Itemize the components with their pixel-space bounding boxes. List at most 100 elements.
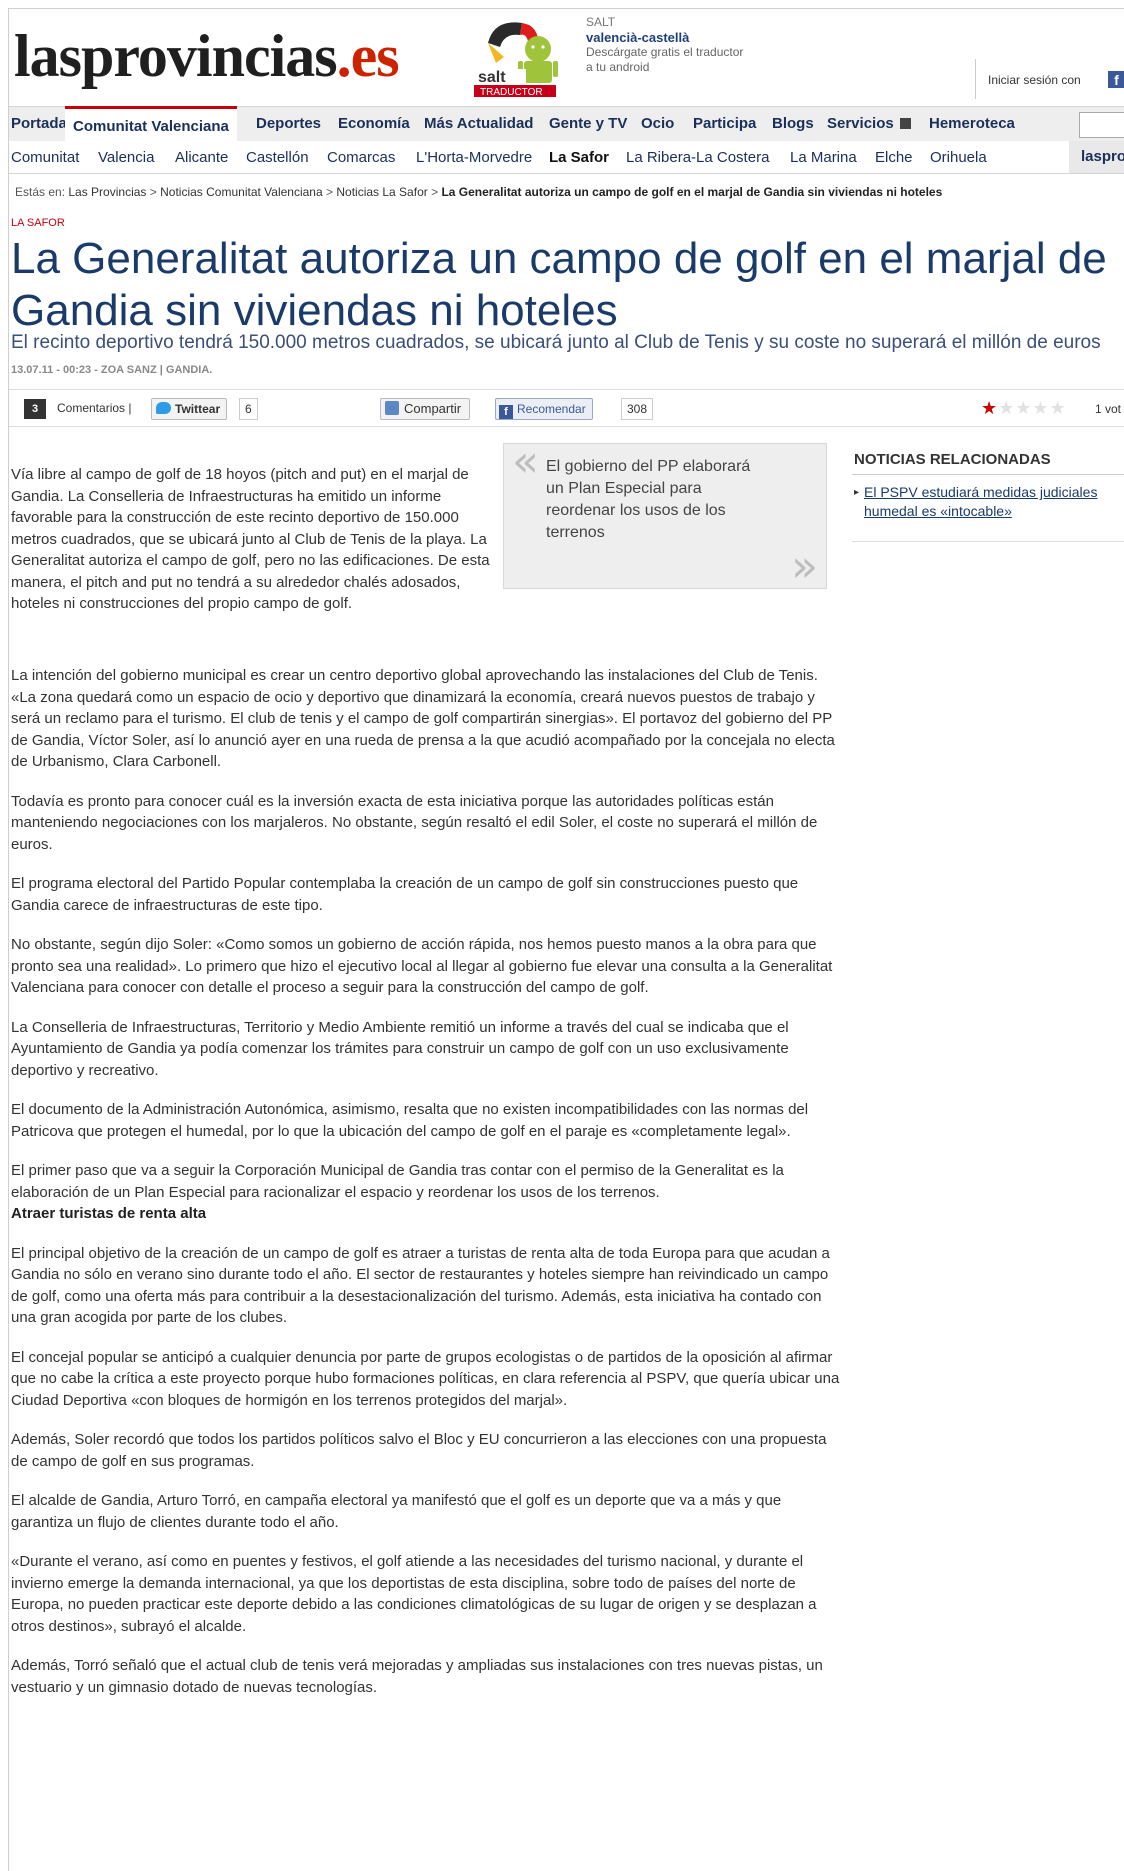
breadcrumb-current: La Generalitat autoriza un campo de golf… xyxy=(441,185,943,199)
star-icon[interactable]: ★ xyxy=(1050,398,1067,418)
subnav-item-valencia[interactable]: Valencia xyxy=(98,149,154,166)
nav-item-mas-actualidad[interactable]: Más Actualidad xyxy=(424,115,533,132)
star-icon[interactable]: ★ xyxy=(1032,398,1049,418)
article-lead: Vía libre al campo de golf de 18 hoyos (… xyxy=(11,466,490,612)
facebook-icon: f xyxy=(499,405,513,419)
subnav-item-la-ribera[interactable]: La Ribera-La Costera xyxy=(626,149,769,166)
article-paragraph: No obstante, según dijo Soler: «Como som… xyxy=(11,936,833,996)
subnav-site-tab[interactable]: laspro xyxy=(1069,141,1124,173)
nav-item-gente-y-tv[interactable]: Gente y TV xyxy=(549,115,627,132)
pull-quote-text: El gobierno del PP elaborará un Plan Esp… xyxy=(546,458,751,541)
subnav-item-alicante[interactable]: Alicante xyxy=(175,149,228,166)
related-news-link-line1: El PSPV estudiará medidas judiciales xyxy=(864,484,1098,500)
nav-item-deportes[interactable]: Deportes xyxy=(256,115,321,132)
article-paragraph: El concejal popular se anticipó a cualqu… xyxy=(11,1348,840,1409)
breadcrumb-prefix: Estás en: xyxy=(15,185,66,199)
article-paragraph: El documento de la Administración Autonó… xyxy=(11,1101,809,1140)
nav-item-economia[interactable]: Economía xyxy=(338,115,410,132)
login-text: Iniciar sesión con xyxy=(988,73,1081,87)
rating-votes: 1 vot xyxy=(1095,402,1122,416)
subnav-item-la-safor[interactable]: La Safor xyxy=(549,149,609,166)
article-paragraph: El programa electoral del Partido Popula… xyxy=(11,875,799,914)
article-byline: 13.07.11 - 00:23 - ZOA SANZ | GANDIA. xyxy=(11,364,213,376)
promo-brand: SALT xyxy=(586,15,616,29)
facebook-recommend-button[interactable]: f Recomendar xyxy=(495,398,593,420)
share-icon xyxy=(385,401,399,415)
breadcrumb-link-las-provincias[interactable]: Las Provincias xyxy=(68,185,146,199)
share-label: Compartir xyxy=(404,401,462,416)
comments-link[interactable]: Comentarios | xyxy=(57,401,131,415)
breadcrumb-separator: > xyxy=(431,185,439,199)
related-news-title: NOTICIAS RELACIONADAS xyxy=(852,443,1124,475)
sub-nav: Comunitat Valencia Alicante Castellón Co… xyxy=(9,141,1124,174)
star-icon[interactable]: ★ xyxy=(981,398,998,418)
article-paragraph: El primer paso que va a seguir la Corpor… xyxy=(11,1162,784,1201)
search-input[interactable] xyxy=(1079,112,1124,138)
star-icon[interactable]: ★ xyxy=(998,398,1015,418)
page-frame: lasprovincias.es salt TRADUCTOR SALT val… xyxy=(8,8,1124,1871)
nav-item-participa[interactable]: Participa xyxy=(693,115,756,132)
facebook-recommend-label: Recomendar xyxy=(517,402,586,416)
facebook-login-icon[interactable]: f xyxy=(1108,71,1124,88)
dropdown-menu-icon xyxy=(899,118,911,129)
article-paragraph: «La zona quedará como un espacio de ocio… xyxy=(11,688,835,771)
article-paragraph: La intención del gobierno municipal es c… xyxy=(11,667,818,684)
twitter-label: Twittear xyxy=(175,402,221,416)
article-paragraph: La Conselleria de Infraestructuras, Terr… xyxy=(11,1018,789,1079)
nav-item-blogs[interactable]: Blogs xyxy=(772,115,814,132)
login-area: Iniciar sesión con f xyxy=(975,59,1124,99)
promo-badge-sub: TRADUCTOR xyxy=(480,87,543,97)
subnav-item-comunitat[interactable]: Comunitat xyxy=(11,149,79,166)
rating-stars[interactable]: ★★★★★ xyxy=(981,399,1067,417)
article-subheadline: El recinto deportivo tendrá 150.000 metr… xyxy=(11,332,1101,353)
subnav-item-elche[interactable]: Elche xyxy=(875,149,913,166)
share-bar: 3 Comentarios | Twittear 6 Compartir f Re… xyxy=(9,389,1124,427)
nav-item-ocio[interactable]: Ocio xyxy=(641,115,674,132)
twitter-bird-icon xyxy=(156,402,171,414)
nav-item-hemeroteca[interactable]: Hemeroteca xyxy=(929,115,1015,132)
promo-line2: a tu android xyxy=(586,60,650,74)
main-nav: Portada Comunitat Valenciana Deportes Ec… xyxy=(9,106,1124,143)
translator-promo-banner[interactable]: salt TRADUCTOR SALT valencià-castellà De… xyxy=(474,9,774,97)
subnav-item-orihuela[interactable]: Orihuela xyxy=(930,149,987,166)
breadcrumb-link-noticias-cv[interactable]: Noticias Comunitat Valenciana xyxy=(160,185,323,199)
android-translator-icon: salt TRADUCTOR xyxy=(474,22,558,97)
logo-text: lasprovincias xyxy=(14,23,338,89)
breadcrumb-link-noticias-safor[interactable]: Noticias La Safor xyxy=(336,185,427,199)
nav-item-portada[interactable]: Portada xyxy=(11,115,67,132)
subnav-item-comarcas[interactable]: Comarcas xyxy=(327,149,395,166)
subnav-item-horta-morvedre[interactable]: L'Horta-Morvedre xyxy=(416,149,532,166)
pull-quote: « El gobierno del PP elaborará un Plan E… xyxy=(503,436,827,592)
open-quote-icon: « xyxy=(512,436,539,487)
share-button[interactable]: Compartir xyxy=(380,398,471,420)
subnav-item-castellon[interactable]: Castellón xyxy=(246,149,309,166)
facebook-count: 308 xyxy=(621,398,654,420)
nav-item-servicios[interactable]: Servicios xyxy=(827,115,911,132)
promo-title: valencià-castellà xyxy=(586,30,690,45)
nav-item-comunitat-valenciana[interactable]: Comunitat Valenciana xyxy=(65,106,237,143)
close-quote-icon: » xyxy=(791,541,818,592)
article-paragraph: El principal objetivo de la creación de … xyxy=(11,1244,830,1327)
breadcrumb: Estás en: Las Provincias > Noticias Comu… xyxy=(15,185,942,199)
article-paragraph: «Durante el verano, así como en puentes … xyxy=(11,1553,817,1635)
promo-text: SALT valencià-castellà Descárgate gratis… xyxy=(586,15,743,75)
site-logo[interactable]: lasprovincias.es xyxy=(14,21,400,91)
promo-badge-text: salt xyxy=(478,69,506,86)
star-icon[interactable]: ★ xyxy=(1015,398,1032,418)
related-news-link[interactable]: El PSPV estudiará medidas judiciales hume… xyxy=(852,483,1124,521)
section-label[interactable]: LA SAFOR xyxy=(11,217,65,229)
article-paragraph: Además, Soler recordó que todos los part… xyxy=(11,1431,827,1470)
breadcrumb-separator: > xyxy=(326,185,334,199)
comments-count-badge[interactable]: 3 xyxy=(24,399,46,419)
article-subheading: Atraer turistas de renta alta xyxy=(11,1205,207,1222)
related-news: NOTICIAS RELACIONADAS El PSPV estudiará … xyxy=(852,443,1124,542)
twitter-button[interactable]: Twittear xyxy=(151,398,228,420)
promo-line1: Descárgate gratis el traductor xyxy=(586,45,744,59)
subnav-item-la-marina[interactable]: La Marina xyxy=(790,149,857,166)
article-paragraph: Todavía es pronto para conocer cuál es l… xyxy=(11,792,818,853)
article-paragraph: El alcalde de Gandia, Arturo Torró, en c… xyxy=(11,1492,782,1531)
related-news-link-line2: humedal es «intocable» xyxy=(864,503,1012,519)
breadcrumb-separator: > xyxy=(149,185,157,199)
article-headline: La Generalitat autoriza un campo de golf… xyxy=(11,234,1107,335)
nav-item-servicios-label: Servicios xyxy=(827,115,894,132)
